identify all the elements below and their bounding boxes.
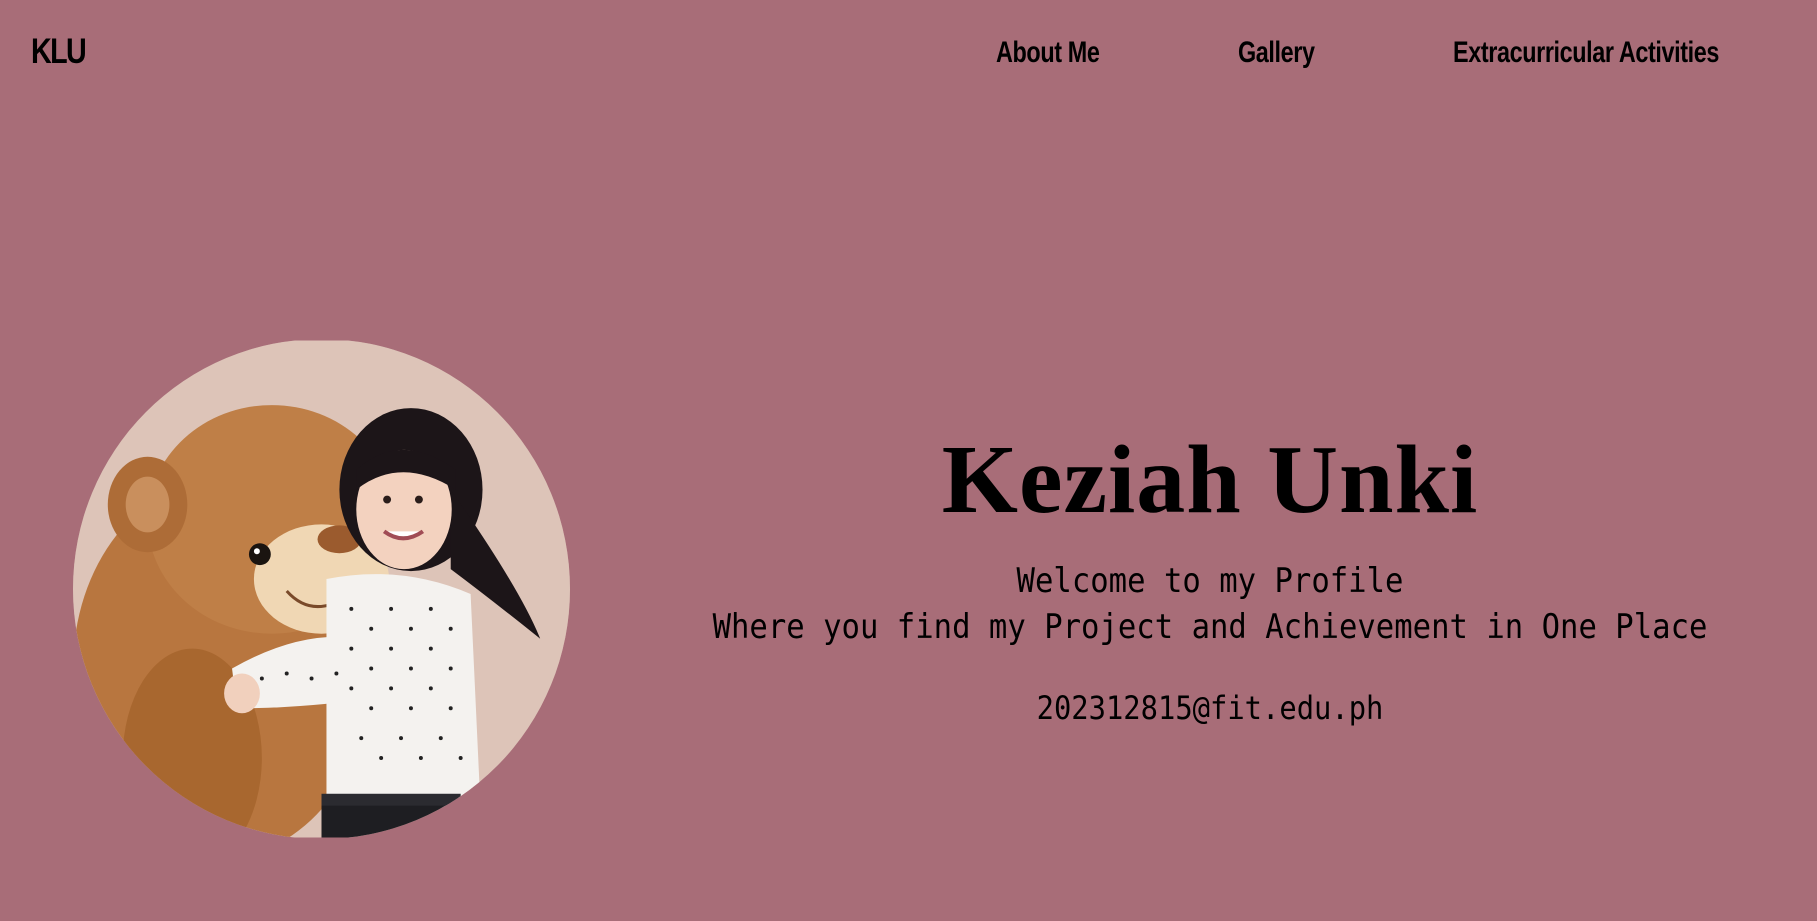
email-address[interactable]: 202312815@fit.edu.ph [706,686,1714,730]
profile-photo-illustration [73,340,570,839]
welcome-text: Welcome to my Profile [1016,561,1404,601]
navbar: KLU About Me Gallery Extracurricular Act… [0,0,1817,104]
tagline-text: Where you find my Project and Achievemen… [712,607,1708,647]
profile-photo [73,339,570,839]
hero-section: Keziah Unki Welcome to my Profile Where … [650,420,1770,730]
profile-name: Keziah Unki [941,426,1479,534]
nav-link-extracurricular-activities[interactable]: Extracurricular Activities [1453,33,1719,73]
nav-link-gallery[interactable]: Gallery [1238,33,1315,73]
nav-link-about-me[interactable]: About Me [996,33,1100,73]
site-logo[interactable]: KLU [31,30,87,74]
